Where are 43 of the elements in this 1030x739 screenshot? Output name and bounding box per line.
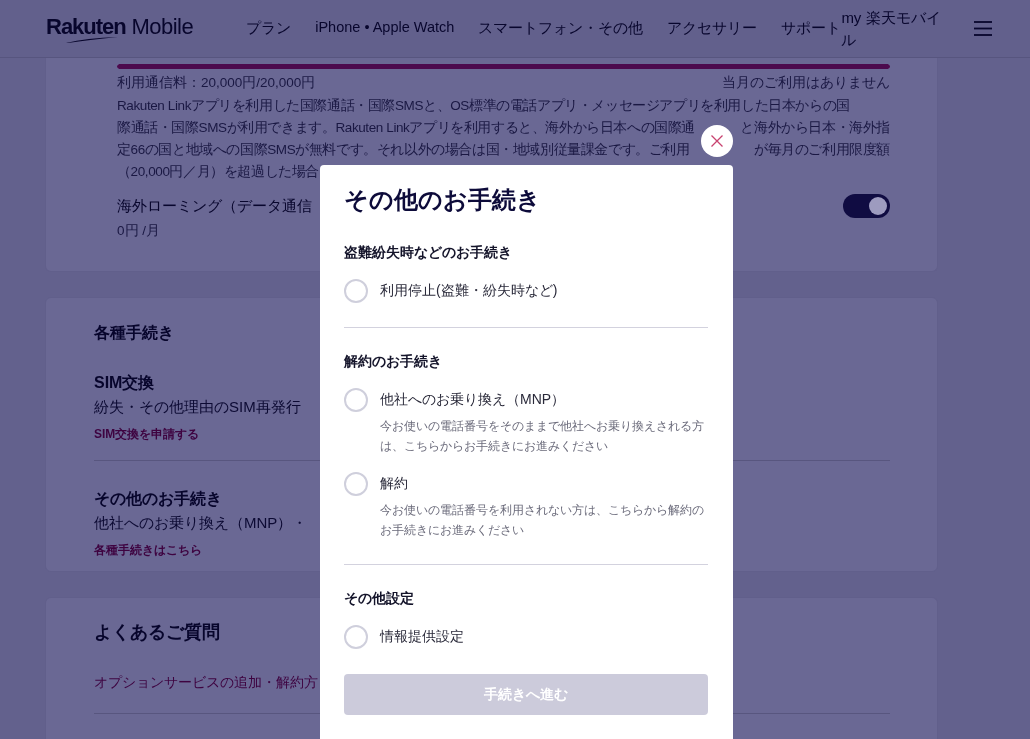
radio-button[interactable]	[344, 625, 368, 649]
description-text: Rakuten Linkアプリを利用した国際通話・国際SMSと、OS標準の電話アプリ・メッセージアプリを利用した日本からの国	[117, 97, 850, 115]
radio-button[interactable]	[344, 279, 368, 303]
description-text: と海外から日本・海外指	[740, 119, 890, 137]
radio-button[interactable]	[344, 388, 368, 412]
section-heading: その他設定	[344, 589, 414, 608]
option-description: 今お使いの電話番号を利用されない方は、こちらから解約のお手続きにお進みください	[380, 502, 705, 539]
section-title: 各種手続き	[94, 323, 174, 343]
section-heading: 盗難紛失時などのお手続き	[344, 243, 512, 262]
procedure-link[interactable]: 各種手続きはこちら	[94, 541, 202, 559]
price-text: 0円 /月	[117, 222, 160, 240]
description-text: が毎月のご利用限度額	[754, 141, 890, 159]
description-text: 定66の国と地域への国際SMSが無料です。それ以外の場合は国・地域別従量課金です。ご利用	[117, 141, 690, 159]
item-title: その他のお手続き	[94, 489, 222, 509]
nav-link[interactable]: スマートフォン・その他	[478, 19, 644, 38]
section-title: よくあるご質問	[94, 621, 220, 644]
option-label[interactable]: 利用停止(盗難・紛失時など)	[380, 282, 558, 300]
item-text: 紛失・その他理由のSIM再発行	[94, 397, 301, 417]
nav-link[interactable]: アクセサリー	[667, 19, 758, 38]
roaming-label: 海外ローミング（データ通信	[117, 196, 312, 216]
option-label[interactable]: 他社へのお乗り換え（MNP）	[380, 391, 566, 409]
brand-logo[interactable]: Rakuten Mobile	[46, 13, 194, 44]
procedure-link[interactable]: SIM交換を申請する	[94, 425, 200, 443]
account-link[interactable]: my 楽天モバイル	[841, 6, 946, 51]
section-heading: 解約のお手続き	[344, 352, 442, 371]
roaming-toggle[interactable]	[843, 194, 890, 218]
menu-icon[interactable]	[974, 21, 992, 36]
option-label[interactable]: 解約	[380, 475, 408, 493]
close-icon	[711, 135, 723, 147]
radio-button[interactable]	[344, 472, 368, 496]
item-text: 他社へのお乗り換え（MNP）・	[94, 513, 308, 533]
dialog-title: その他のお手続き	[344, 185, 541, 215]
option-description: 今お使いの電話番号をそのままで他社へお乗り換えされる方は、こちらからお手続きにお進みください	[380, 418, 705, 455]
fee-text: 利用通信料：20,000円/20,000円	[117, 74, 316, 92]
faq-link[interactable]: オプションサービスの追加・解約方	[94, 671, 318, 693]
nav-link[interactable]: プラン	[246, 19, 292, 38]
nav-link[interactable]: サポート	[781, 19, 842, 38]
option-label[interactable]: 情報提供設定	[380, 628, 464, 646]
nav-link[interactable]: iPhone • Apple Watch	[315, 19, 455, 38]
item-title: SIM交換	[94, 373, 155, 393]
description-text: 際通話・国際SMSが利用できます。Rakuten Linkアプリを利用すると、海外から日本への国際通	[117, 119, 696, 137]
description-text: （20,000円／月）を超過した場合	[117, 163, 320, 181]
usage-status-text: 当月のご利用はありません	[722, 74, 890, 92]
